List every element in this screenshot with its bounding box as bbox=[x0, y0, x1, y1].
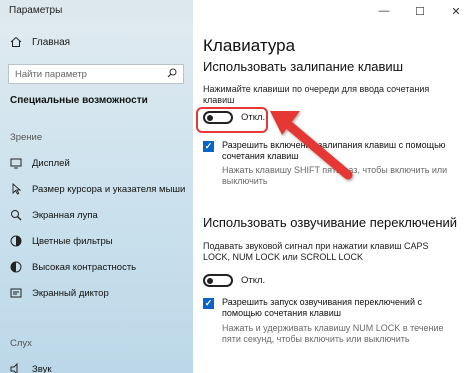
toggle-keys-description: Подавать звуковой сигнал при нажатии кла… bbox=[203, 241, 429, 262]
sidebar-item-display[interactable]: Дисплей bbox=[10, 157, 70, 169]
toggle-keys-shortcut-checkbox[interactable]: ✓ bbox=[203, 298, 214, 309]
sticky-keys-heading: Использовать залипание клавиш bbox=[203, 59, 404, 74]
page-title: Клавиатура bbox=[203, 36, 296, 55]
sidebar-item-sound[interactable]: Звук bbox=[10, 363, 51, 373]
toggle-keys-toggle-row[interactable]: Откл. bbox=[203, 274, 265, 287]
search-placeholder: Найти параметр bbox=[15, 68, 87, 80]
window-title: Параметры bbox=[9, 5, 63, 16]
sidebar-item-label: Размер курсора и указателя мыши bbox=[32, 183, 186, 195]
toggle-keys-heading: Использовать озвучивание переключений bbox=[203, 215, 458, 230]
toggle-keys-shortcut-label: Разрешить запуск озвучивания переключени… bbox=[222, 297, 422, 318]
sidebar-item-label: Дисплей bbox=[32, 157, 70, 169]
sidebar: Главная Найти параметр Специальные возмо… bbox=[0, 22, 193, 373]
toggle-knob bbox=[207, 277, 213, 284]
sidebar-item-label: Цветные фильтры bbox=[32, 235, 113, 247]
maximize-button[interactable]: ☐ bbox=[402, 0, 438, 22]
sidebar-item-narrator[interactable]: Экранный диктор bbox=[10, 287, 109, 299]
sidebar-item-label: Экранная лупа bbox=[32, 209, 98, 221]
sidebar-item-magnifier[interactable]: Экранная лупа bbox=[10, 209, 98, 221]
toggle-keys-toggle[interactable] bbox=[203, 274, 233, 287]
sidebar-item-label: Высокая контрастность bbox=[32, 261, 137, 273]
sticky-keys-shortcut-checkbox[interactable]: ✓ bbox=[203, 141, 214, 152]
sticky-keys-description: Нажимайте клавиши по очереди для ввода с… bbox=[203, 84, 430, 105]
toggle-keys-shortcut-checkbox-row[interactable]: ✓ Разрешить запуск озвучивания переключе… bbox=[203, 297, 463, 319]
contrast-icon bbox=[10, 261, 22, 273]
nav-home-label: Главная bbox=[32, 36, 71, 48]
section-title: Специальные возможности bbox=[10, 95, 148, 106]
sidebar-item-color-filters[interactable]: Цветные фильтры bbox=[10, 235, 113, 247]
title-bar: Параметры — ☐ ✕ bbox=[0, 0, 474, 22]
nav-home[interactable]: Главная bbox=[10, 36, 70, 48]
minimize-button[interactable]: — bbox=[366, 0, 402, 22]
annotation-arrow bbox=[270, 111, 353, 180]
speaker-icon bbox=[10, 363, 22, 373]
magnifier-icon bbox=[10, 209, 22, 221]
display-icon bbox=[10, 157, 22, 169]
toggle-keys-toggle-state: Откл. bbox=[241, 275, 266, 286]
home-icon bbox=[10, 36, 22, 48]
sidebar-item-cursor[interactable]: Размер курсора и указателя мыши bbox=[10, 183, 185, 195]
close-button[interactable]: ✕ bbox=[438, 0, 474, 22]
group-label-hearing: Слух bbox=[10, 338, 32, 349]
highlight-frame bbox=[196, 107, 268, 133]
sidebar-item-label: Экранный диктор bbox=[32, 287, 109, 299]
window-controls: — ☐ ✕ bbox=[366, 0, 474, 22]
main-content: Клавиатура Использовать залипание клавиш… bbox=[193, 22, 474, 373]
toggle-keys-shortcut-hint: Нажать и удерживать клавишу NUM LOCK в т… bbox=[222, 323, 444, 344]
group-label-vision: Зрение bbox=[10, 132, 43, 143]
search-input[interactable]: Найти параметр bbox=[8, 64, 184, 84]
sidebar-item-high-contrast[interactable]: Высокая контрастность bbox=[10, 261, 136, 273]
cursor-icon bbox=[10, 183, 22, 195]
search-icon bbox=[167, 68, 177, 81]
color-filter-icon bbox=[10, 235, 22, 247]
sidebar-item-label: Звук bbox=[32, 363, 52, 373]
narrator-icon bbox=[10, 287, 22, 299]
